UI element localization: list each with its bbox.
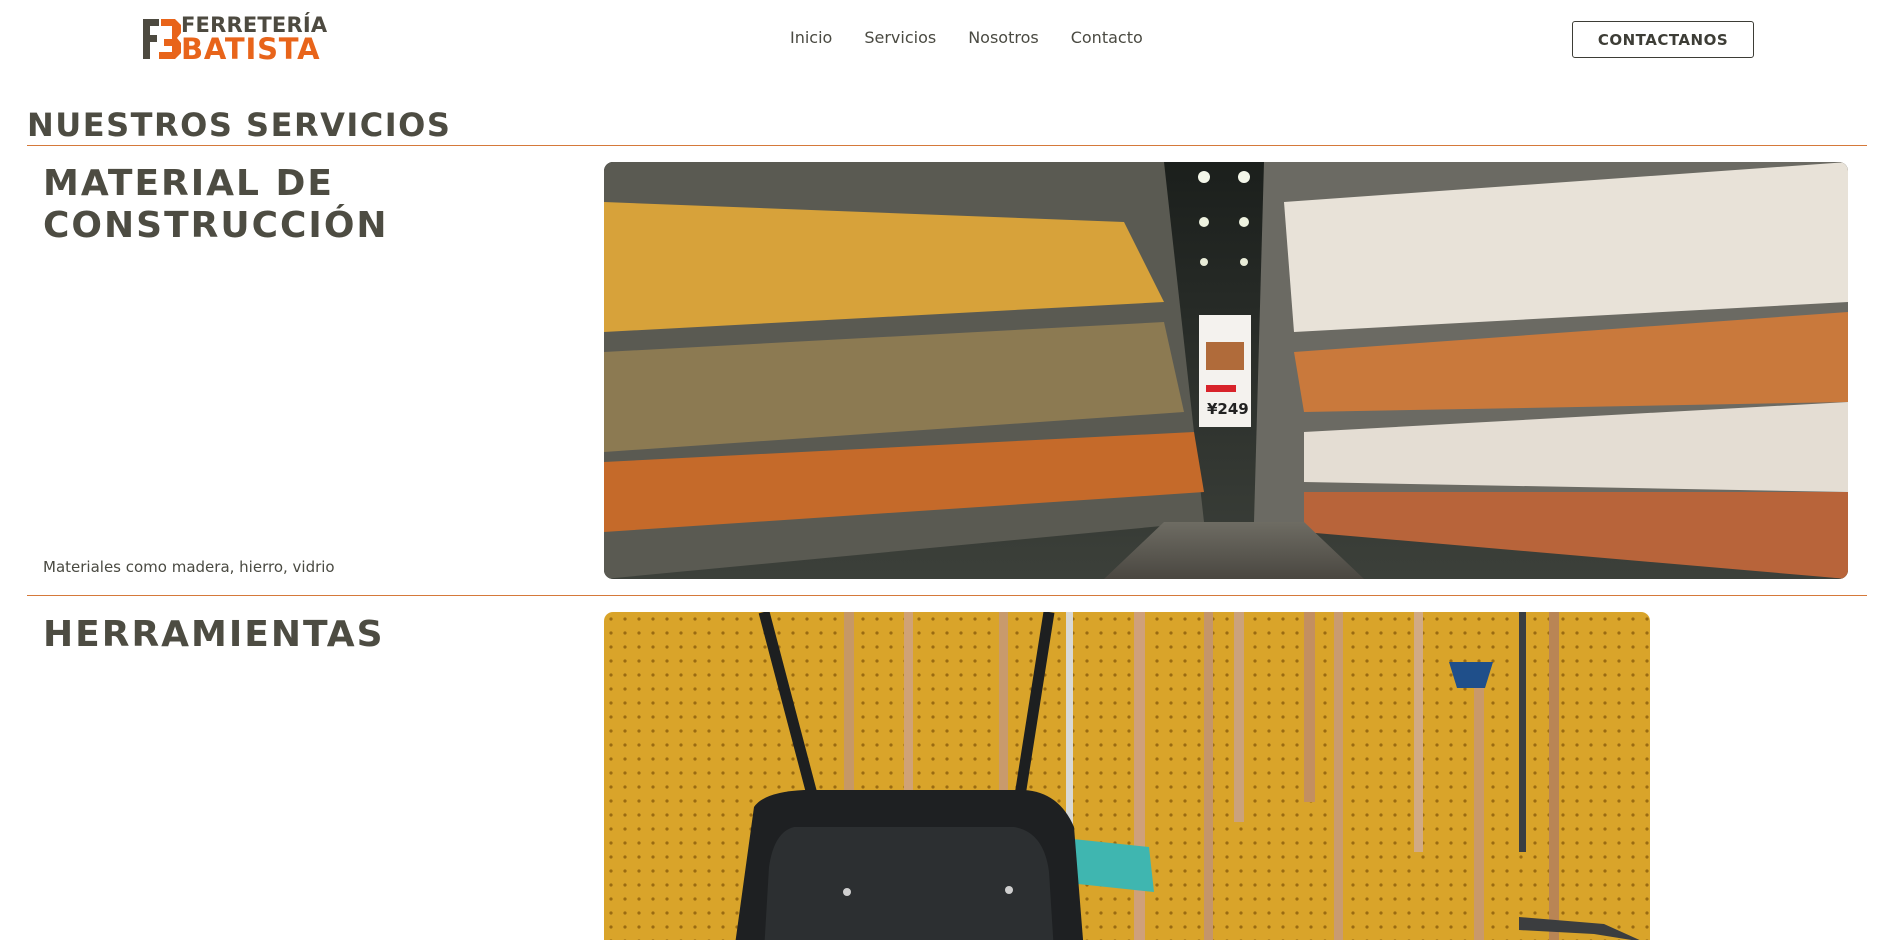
section-divider: [27, 145, 1867, 146]
logo-mark-icon: [143, 19, 181, 59]
nav-link-servicios[interactable]: Servicios: [864, 28, 936, 47]
nav-link-inicio[interactable]: Inicio: [790, 28, 832, 47]
section-divider: [27, 595, 1867, 596]
tools-wall-photo: [604, 612, 1650, 940]
warehouse-image: ¥249: [604, 162, 1848, 579]
main-nav: Inicio Servicios Nosotros Contacto: [790, 28, 1143, 47]
tools-image: [604, 612, 1650, 940]
service-description: Materiales como madera, hierro, vidrio: [43, 558, 335, 576]
site-header: FERRETERÍA BATISTA Inicio Servicios Noso…: [0, 0, 1898, 80]
logo-text-batista: BATISTA: [181, 31, 321, 66]
page-title: NUESTROS SERVICIOS: [27, 106, 452, 144]
service-title-line: MATERIAL DE: [43, 163, 334, 204]
service-title-material: MATERIAL DE CONSTRUCCIÓN: [43, 163, 563, 247]
service-title-line: CONSTRUCCIÓN: [43, 205, 389, 246]
svg-text:¥249: ¥249: [1207, 400, 1249, 418]
service-title-herramientas: HERRAMIENTAS: [43, 614, 563, 656]
nav-link-contacto[interactable]: Contacto: [1071, 28, 1143, 47]
nav-link-nosotros[interactable]: Nosotros: [968, 28, 1039, 47]
warehouse-aisle-photo: ¥249: [604, 162, 1848, 579]
logo[interactable]: FERRETERÍA BATISTA: [137, 14, 362, 64]
contact-button[interactable]: CONTACTANOS: [1572, 21, 1754, 58]
service-title-line: HERRAMIENTAS: [43, 614, 385, 655]
